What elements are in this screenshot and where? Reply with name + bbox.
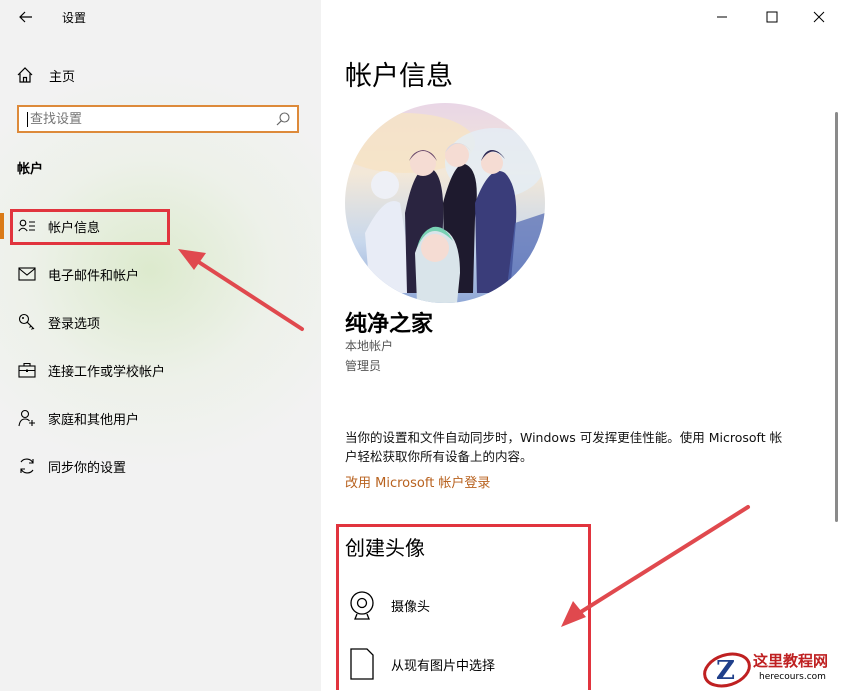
watermark-title: 这里教程网 bbox=[753, 652, 829, 670]
site-logo-icon: Z bbox=[703, 652, 751, 688]
watermark: Z 这里教程网 herecours.com bbox=[695, 646, 843, 691]
watermark-url: herecours.com bbox=[759, 672, 826, 682]
arrow-to-account-info bbox=[178, 249, 304, 331]
arrow-to-create-avatar bbox=[561, 505, 750, 627]
annotation-arrows bbox=[178, 249, 750, 627]
svg-text:Z: Z bbox=[716, 656, 735, 686]
